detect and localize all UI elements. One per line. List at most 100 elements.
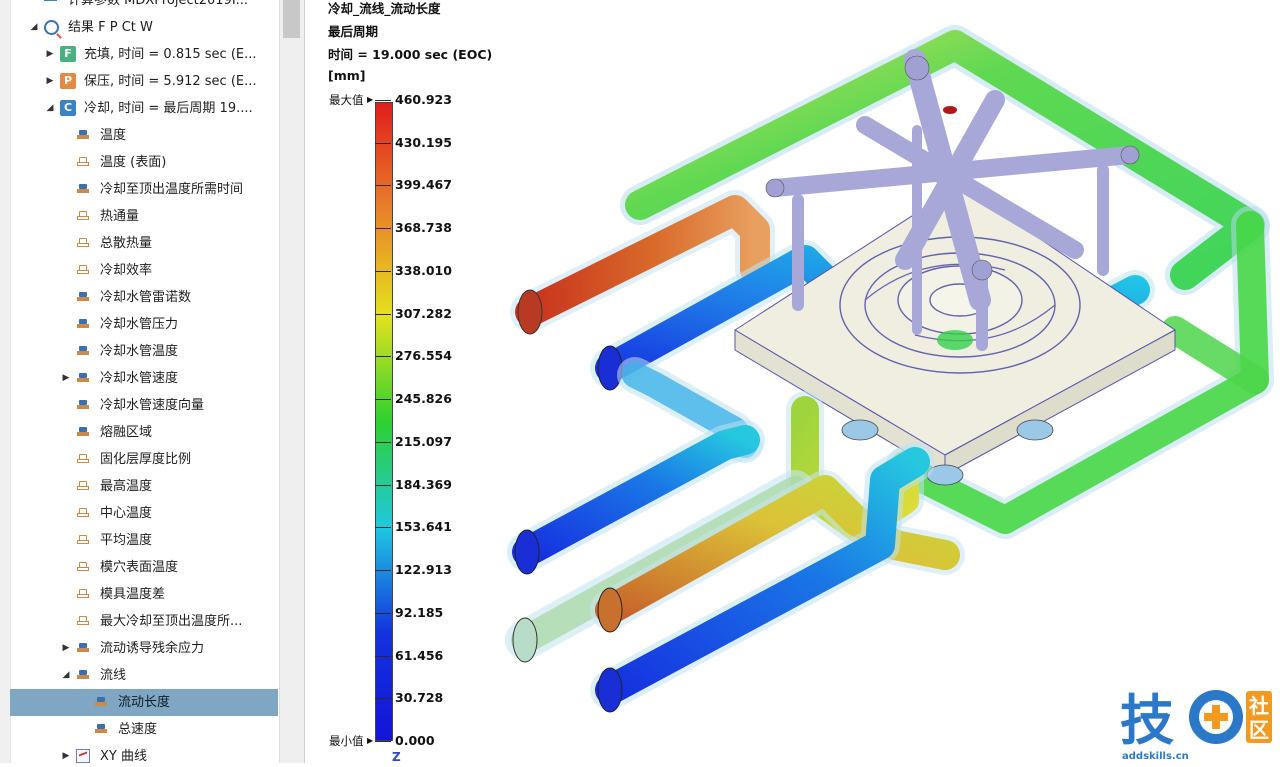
- plot-filled-icon: [94, 694, 110, 710]
- results-icon: [44, 20, 59, 35]
- plot-filled-icon: [76, 289, 92, 305]
- tree-item[interactable]: 固化层厚度比例: [10, 446, 278, 473]
- tree-item-label: 冷却, 时间 = 最后周期 19....: [84, 101, 253, 116]
- logo-char-qu: 区: [1249, 718, 1269, 742]
- tree-item[interactable]: 模具温度差: [10, 581, 278, 608]
- tree-item-label: 冷却水管速度: [100, 371, 179, 386]
- tree-item[interactable]: 模穴表面温度: [10, 554, 278, 581]
- plot-outline-icon: [76, 208, 92, 224]
- expand-arrow-icon[interactable]: ▶: [60, 635, 72, 662]
- plot-outline-icon: [76, 613, 92, 629]
- tree-item-label: 温度: [100, 128, 127, 143]
- plot-filled-icon: [76, 127, 92, 143]
- fill-icon: F: [60, 46, 76, 62]
- tree-item[interactable]: ▶ XY 曲线: [10, 743, 278, 763]
- tree-item[interactable]: ▶ F 充填, 时间 = 0.815 sec (E...: [10, 41, 278, 68]
- plot-outline-icon: [76, 532, 92, 548]
- tree-item-label: 模具温度差: [100, 587, 166, 602]
- tree-item-label: 流线: [100, 668, 127, 683]
- tree-item-label: 总速度: [118, 722, 158, 737]
- cool-icon: C: [60, 100, 76, 116]
- tree-item-label: 熔融区域: [100, 425, 153, 440]
- tree-item-label: 流动长度: [118, 695, 171, 710]
- tree-item-label: 冷却水管雷诺数: [100, 290, 192, 305]
- tree-item[interactable]: ◢ 结果 F P Ct W: [10, 14, 278, 41]
- tree-item[interactable]: 流动长度: [10, 689, 278, 716]
- tree-item[interactable]: 最大冷却至顶出温度所...: [10, 608, 278, 635]
- tree-item-label: 冷却水管压力: [100, 317, 179, 332]
- tree-item[interactable]: ◢ C 冷却, 时间 = 最后周期 19....: [10, 95, 278, 122]
- plot-outline-icon: [76, 235, 92, 251]
- tree-item-label: 计算参数 MDXProject2019I...: [68, 0, 249, 8]
- tree-item[interactable]: 冷却效率: [10, 257, 278, 284]
- tree-item-label: 固化层厚度比例: [100, 452, 192, 467]
- tree-item-label: 总散热量: [100, 236, 153, 251]
- tree-item[interactable]: 平均温度: [10, 527, 278, 554]
- tree-item-label: 流动诱导残余应力: [100, 641, 205, 656]
- tree-item-label: 温度 (表面): [100, 155, 167, 170]
- pack-icon: P: [60, 73, 76, 89]
- plot-viewport[interactable]: 冷却_流线_流动长度 最后周期 时间 = 19.000 sec (EOC) [m…: [305, 0, 1280, 764]
- tree-item-label: 冷却至顶出温度所需时间: [100, 182, 244, 197]
- tree-item[interactable]: 计算参数 MDXProject2019I...: [10, 0, 278, 14]
- plot-filled-icon: [76, 316, 92, 332]
- plot-outline-icon: [76, 505, 92, 521]
- plot-filled-icon: [76, 397, 92, 413]
- study-tree-panel: 计算参数 MDXProject2019I... ◢ 结果 F P Ct W ▶ F 充填,…: [0, 0, 305, 763]
- plot-filled-icon: [94, 721, 110, 737]
- plot-outline-icon: [76, 451, 92, 467]
- tree-item[interactable]: ▶ 冷却水管速度: [10, 365, 278, 392]
- tree-item[interactable]: 中心温度: [10, 500, 278, 527]
- tree-item-label: 冷却水管温度: [100, 344, 179, 359]
- expand-arrow-icon[interactable]: ▶: [44, 41, 56, 68]
- plot-filled-icon: [76, 181, 92, 197]
- plot-filled-icon: [76, 424, 92, 440]
- logo-site-text: addskills.cn: [1122, 751, 1189, 762]
- params-icon: [44, 0, 57, 1]
- tree-item[interactable]: ▶ 流动诱导残余应力: [10, 635, 278, 662]
- tree-item[interactable]: 总速度: [10, 716, 278, 743]
- tree-item[interactable]: 熔融区域: [10, 419, 278, 446]
- tree-item[interactable]: 最高温度: [10, 473, 278, 500]
- tree-item[interactable]: 冷却水管压力: [10, 311, 278, 338]
- tree-scrollbar[interactable]: [279, 0, 304, 763]
- tree-item[interactable]: ▶ P 保压, 时间 = 5.912 sec (E...: [10, 68, 278, 95]
- plot-outline-icon: [76, 559, 92, 575]
- tree-item[interactable]: 总散热量: [10, 230, 278, 257]
- plot-filled-icon: [76, 343, 92, 359]
- tree-item-label: 最高温度: [100, 479, 153, 494]
- plot-outline-icon: [76, 478, 92, 494]
- tree-item-label: 冷却水管速度向量: [100, 398, 205, 413]
- tree-item-label: 最大冷却至顶出温度所...: [100, 614, 243, 629]
- plot-filled-icon: [76, 640, 92, 656]
- cooling-streamline-model[interactable]: [305, 0, 1280, 763]
- tree-item[interactable]: 温度: [10, 122, 278, 149]
- collapse-arrow-icon[interactable]: ◢: [28, 14, 40, 41]
- tree-item[interactable]: 冷却水管雷诺数: [10, 284, 278, 311]
- expand-arrow-icon[interactable]: ▶: [44, 68, 56, 95]
- plot-filled-icon: [76, 370, 92, 386]
- logo-char-she: 社: [1248, 694, 1269, 718]
- expand-arrow-icon[interactable]: ▶: [60, 365, 72, 392]
- tree-item[interactable]: 温度 (表面): [10, 149, 278, 176]
- tree-item[interactable]: 热通量: [10, 203, 278, 230]
- tree-item-label: 模穴表面温度: [100, 560, 179, 575]
- tree-item[interactable]: 冷却至顶出温度所需时间: [10, 176, 278, 203]
- tree-item[interactable]: 冷却水管速度向量: [10, 392, 278, 419]
- tree-item-label: 充填, 时间 = 0.815 sec (E...: [84, 47, 257, 62]
- tree-item[interactable]: 冷却水管温度: [10, 338, 278, 365]
- tree-item-label: XY 曲线: [100, 749, 147, 763]
- tree-item-label: 热通量: [100, 209, 140, 224]
- collapse-arrow-icon[interactable]: ◢: [60, 662, 72, 689]
- xy-icon: [76, 749, 90, 763]
- collapse-arrow-icon[interactable]: ◢: [44, 95, 56, 122]
- logo-char-ji: 技: [1120, 689, 1174, 752]
- plot-outline-icon: [76, 586, 92, 602]
- expand-arrow-icon[interactable]: ▶: [60, 743, 72, 763]
- tree-item-label: 冷却效率: [100, 263, 153, 278]
- plot-filled-icon: [76, 667, 92, 683]
- tree-item-label: 中心温度: [100, 506, 153, 521]
- tree-item[interactable]: ◢ 流线: [10, 662, 278, 689]
- addskills-logo: 技 社 区 addskills.cn: [1116, 683, 1276, 763]
- tree-scrollbar-thumb[interactable]: [283, 0, 300, 38]
